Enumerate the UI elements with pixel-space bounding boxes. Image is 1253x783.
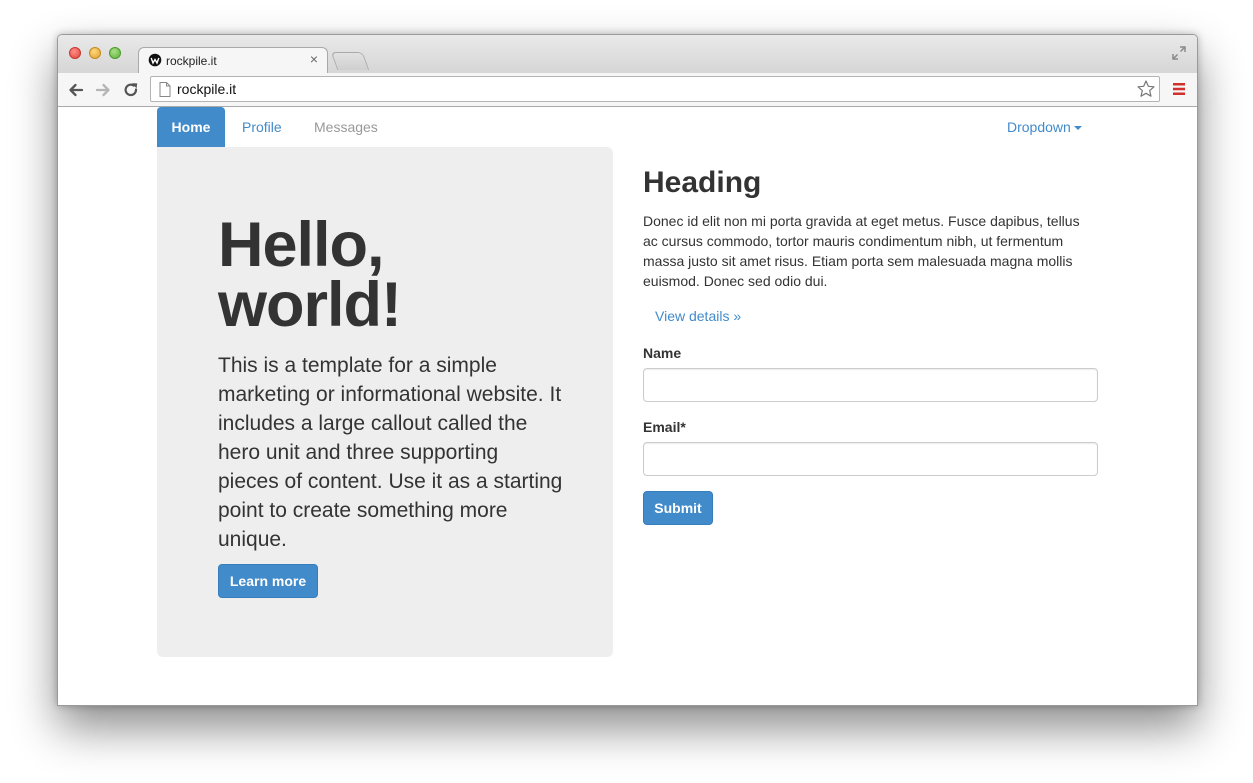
nav-dropdown[interactable]: Dropdown <box>992 107 1097 147</box>
hero-text: This is a template for a simple marketin… <box>218 354 563 551</box>
star-icon[interactable] <box>1136 79 1156 99</box>
browser-toolbar: rockpile.it <box>58 73 1197 107</box>
nav-dropdown-label: Dropdown <box>1007 119 1071 135</box>
forward-icon[interactable] <box>94 81 112 99</box>
url-text[interactable]: rockpile.it <box>177 81 236 97</box>
caret-down-icon <box>1073 126 1082 131</box>
title-bar: rockpile.it × <box>58 35 1197 74</box>
email-field[interactable] <box>643 442 1098 476</box>
page-icon <box>159 82 171 97</box>
maximize-icon[interactable] <box>109 47 121 59</box>
web-page: Home Profile Messages Dropdown Hello, wo… <box>58 107 1197 705</box>
email-label: Email* <box>643 419 686 435</box>
favicon-icon <box>148 53 162 67</box>
reload-icon[interactable] <box>122 81 140 99</box>
browser-window: rockpile.it × rockpile.it Home Profile M… <box>57 34 1198 706</box>
view-details-link[interactable]: View details » <box>655 308 741 324</box>
address-bar[interactable]: rockpile.it <box>150 76 1160 102</box>
tab-close-icon[interactable]: × <box>310 51 318 67</box>
back-icon[interactable] <box>67 81 85 99</box>
fullscreen-icon[interactable] <box>1171 45 1187 61</box>
hero-title: Hello, world! <box>218 210 402 340</box>
nav-home[interactable]: Home <box>157 107 225 147</box>
name-label: Name <box>643 345 682 361</box>
new-tab-button[interactable] <box>330 52 370 70</box>
section-heading: Heading <box>643 166 762 199</box>
minimize-icon[interactable] <box>89 47 101 59</box>
section-text: Donec id elit non mi porta gravida at eg… <box>643 213 1080 289</box>
tab-title: rockpile.it <box>166 54 217 68</box>
close-icon[interactable] <box>69 47 81 59</box>
submit-button[interactable]: Submit <box>643 491 713 525</box>
browser-tab[interactable]: rockpile.it × <box>138 47 328 74</box>
nav-messages[interactable]: Messages <box>299 107 393 147</box>
site-navbar: Home Profile Messages Dropdown <box>157 107 1097 147</box>
name-field[interactable] <box>643 368 1098 402</box>
hero-unit: Hello, world! This is a template for a s… <box>157 147 613 657</box>
nav-profile[interactable]: Profile <box>227 107 297 147</box>
learn-more-button[interactable]: Learn more <box>218 564 318 598</box>
menu-icon[interactable] <box>1171 81 1187 97</box>
